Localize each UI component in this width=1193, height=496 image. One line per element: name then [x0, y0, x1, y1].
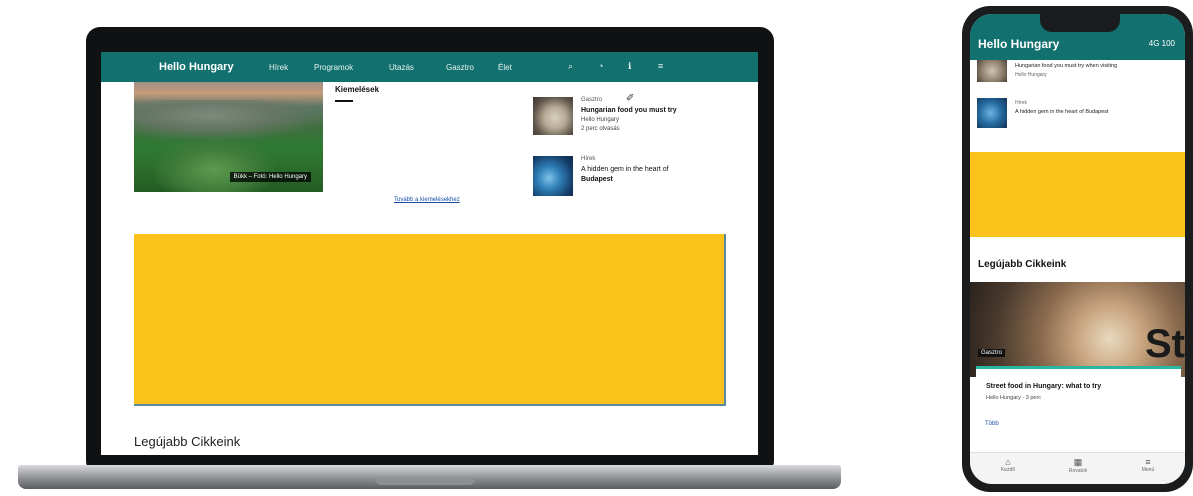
nav-item-utazas[interactable]: Utazás	[389, 63, 414, 72]
section-title: Kiemelések	[335, 85, 380, 94]
tab-label: Menü	[1141, 467, 1155, 473]
tab-sections[interactable]: ▦ Rovatok	[1048, 457, 1108, 474]
bookmark-icon[interactable]: ✐	[626, 93, 634, 104]
article-sub: 2 perc olvasás	[581, 126, 620, 132]
mobile-article-title[interactable]: Hungarian food you must try when visitin…	[1015, 63, 1117, 69]
article-title[interactable]: Hungarian food you must try	[581, 107, 677, 114]
mobile-article-thumbnail[interactable]	[977, 98, 1007, 128]
nav-item-elet[interactable]: Élet	[498, 63, 512, 72]
hero-trees	[154, 137, 274, 192]
mobile-article-meta: Hírek	[1015, 100, 1027, 106]
user-icon[interactable]: ◔	[598, 61, 603, 71]
nav-item-hirek[interactable]: Hírek	[269, 63, 288, 72]
side-article[interactable]: Hírek A hidden gem in the heart of Budap…	[581, 156, 669, 183]
mobile-article-title[interactable]: A hidden gem in the heart of Budapest	[1015, 109, 1109, 115]
mobile-feature-image[interactable]: Gasztro St	[970, 282, 1185, 377]
nav-item-programok[interactable]: Programok	[314, 63, 353, 72]
hero-town	[134, 100, 323, 140]
top-navigation: Hello Hungary Hírek Programok Utazás Gas…	[101, 52, 758, 82]
menu-icon: ≡	[1145, 457, 1151, 467]
hero-image[interactable]: Bükk – Fotó: Hello Hungary	[134, 82, 323, 192]
side-article-thumbnail[interactable]	[533, 156, 573, 196]
laptop-hinge-notch	[375, 479, 475, 485]
info-icon[interactable]: ℹ	[628, 61, 631, 72]
phone-notch	[1040, 14, 1120, 32]
feature-card-title[interactable]: Street food in Hungary: what to try	[986, 383, 1101, 390]
mobile-article-meta: Hello Hungary	[1015, 72, 1047, 78]
mobile-tab-bar: ⌂ Kezdő ▦ Rovatok ≡ Menü	[970, 452, 1185, 484]
home-icon: ⌂	[1005, 457, 1011, 467]
laptop-screen: Hello Hungary Hírek Programok Utazás Gas…	[101, 52, 758, 455]
side-article-thumbnail[interactable]	[533, 97, 573, 135]
grid-icon: ▦	[1073, 457, 1083, 467]
mobile-more-link[interactable]: Több	[985, 421, 999, 427]
tab-menu[interactable]: ≡ Menü	[1118, 457, 1178, 473]
mobile-advertisement-banner[interactable]	[970, 152, 1185, 237]
article-meta: Hello Hungary	[581, 117, 620, 123]
feature-card-subtitle: Hello Hungary · 3 perc	[986, 395, 1042, 401]
tab-label: Rovatok	[1068, 468, 1088, 474]
feature-tag: Gasztro	[978, 349, 1006, 357]
article-title[interactable]: A hidden gem in the heart of	[581, 166, 669, 173]
site-logo[interactable]: Hello Hungary	[159, 61, 234, 73]
article-tag: Hírek	[581, 156, 596, 162]
more-link[interactable]: Tovább a kiemelésekhez	[394, 197, 460, 203]
article-title-line2[interactable]: Budapest	[581, 176, 669, 183]
hero-caption: Bükk – Fotó: Hello Hungary	[229, 172, 311, 182]
tab-label: Kezdő	[1000, 467, 1016, 473]
mobile-status-indicators: 4G 100	[1148, 39, 1175, 48]
search-icon[interactable]: ⌕	[568, 61, 573, 72]
laptop-base	[18, 465, 841, 489]
latest-articles-heading: Legújabb Cikkeink	[134, 434, 241, 449]
mobile-article[interactable]: Hírek A hidden gem in the heart of Budap…	[1015, 100, 1109, 115]
phone-screen: Hello Hungary 4G 100 Hungarian food you …	[970, 14, 1185, 484]
mobile-article[interactable]: Hungarian food you must try when visitin…	[1015, 63, 1117, 78]
mobile-latest-heading: Legújabb Cikkeink	[978, 259, 1067, 270]
tab-home[interactable]: ⌂ Kezdő	[978, 457, 1038, 473]
menu-icon[interactable]: ≡	[658, 61, 663, 71]
mobile-feature-card[interactable]: Street food in Hungary: what to try Hell…	[976, 366, 1181, 424]
advertisement-banner[interactable]	[134, 234, 726, 406]
mobile-article-thumbnail[interactable]	[977, 60, 1007, 82]
title-underline	[335, 100, 353, 102]
mobile-site-logo[interactable]: Hello Hungary	[978, 37, 1059, 51]
nav-item-gasztro[interactable]: Gasztro	[446, 63, 474, 72]
feature-overlay-text: St	[1145, 322, 1185, 366]
